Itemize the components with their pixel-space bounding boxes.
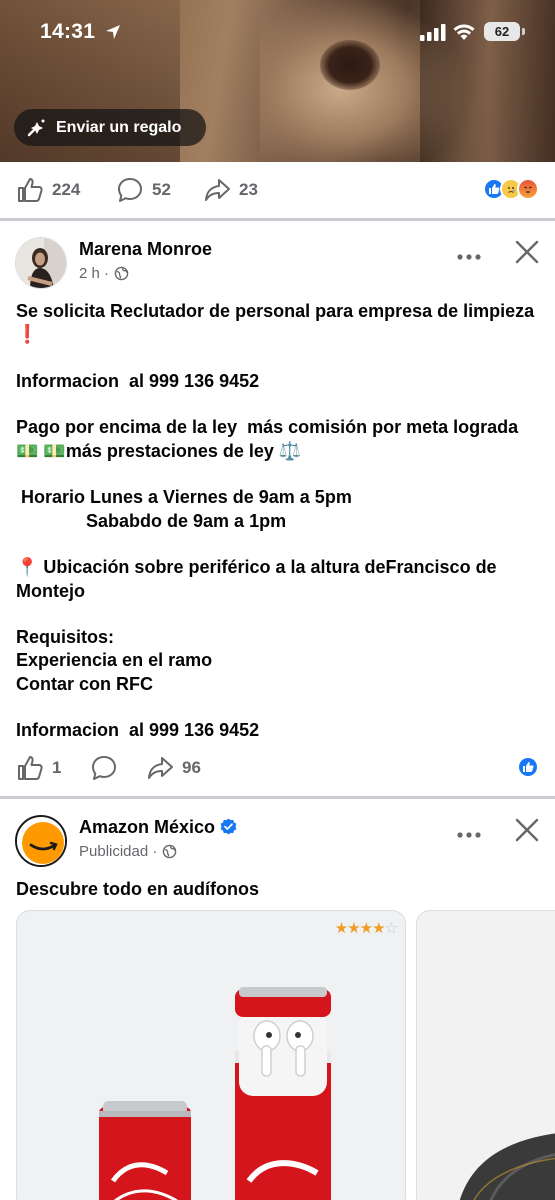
post-share-count: 96 — [182, 758, 201, 777]
cellular-signal-icon — [420, 24, 446, 41]
location-arrow-icon — [106, 25, 120, 39]
like-reaction-icon — [517, 756, 539, 778]
battery-level: 62 — [494, 24, 510, 39]
product-image — [99, 987, 331, 1200]
battery-indicator: 62 — [484, 22, 520, 41]
sponsored-label[interactable]: Publicidad · — [79, 843, 157, 860]
advertiser-name[interactable]: Amazon México — [79, 817, 215, 837]
product-card[interactable] — [416, 910, 555, 1200]
post-comment-button[interactable] — [90, 754, 126, 782]
post-header: Marena Monroe 2 h · — [0, 237, 555, 297]
product-card[interactable]: ★★★★☆ — [16, 910, 406, 1200]
post-text: Se solicita Reclutador de personal para … — [16, 301, 535, 741]
feed-divider — [0, 218, 555, 221]
comment-bubble-icon — [118, 178, 142, 202]
gift-sparkle-icon — [27, 119, 45, 136]
ad-headline: Descubre todo en audífonos — [16, 879, 260, 899]
comment-button[interactable]: 52 — [116, 176, 171, 204]
send-gift-label: Enviar un regalo — [56, 118, 182, 136]
close-icon[interactable] — [512, 237, 542, 267]
share-count: 23 — [239, 180, 258, 199]
post-time[interactable]: 2 h · — [79, 265, 109, 282]
like-button[interactable]: 224 — [16, 176, 80, 204]
more-options-icon[interactable] — [454, 247, 484, 267]
share-arrow-icon — [205, 179, 230, 201]
battery-cap — [522, 28, 525, 35]
feed-divider — [0, 796, 555, 799]
verified-badge-icon — [220, 818, 237, 835]
advertiser-name-row[interactable]: Amazon México — [79, 817, 237, 838]
product-image — [459, 1133, 555, 1200]
wifi-icon — [453, 24, 475, 40]
post-reactions-summary[interactable] — [517, 756, 539, 778]
post-actions: 1 96 — [0, 740, 555, 796]
post-author-name[interactable]: Marena Monroe — [79, 239, 212, 260]
post-like-button[interactable]: 1 — [16, 754, 61, 782]
share-arrow-icon — [148, 757, 173, 779]
like-count: 224 — [52, 180, 81, 199]
post-meta: 2 h · — [79, 265, 129, 282]
close-icon[interactable] — [512, 815, 542, 845]
angry-reaction-icon — [517, 178, 539, 200]
globe-icon — [163, 844, 177, 859]
post-like-count: 1 — [52, 758, 62, 777]
status-time: 14:31 — [40, 20, 96, 43]
thumbs-up-icon — [18, 178, 43, 202]
send-gift-button[interactable]: Enviar un regalo — [14, 109, 206, 146]
comment-bubble-icon — [92, 756, 116, 780]
post-share-button[interactable]: 96 — [146, 754, 201, 782]
more-options-icon[interactable] — [454, 825, 484, 845]
advertiser-avatar[interactable] — [15, 815, 67, 867]
thumbs-up-icon — [18, 756, 43, 780]
author-avatar[interactable] — [15, 237, 67, 289]
share-button[interactable]: 23 — [203, 176, 258, 204]
ad-header: Amazon México Publicidad · — [0, 815, 555, 875]
status-bar: 14:31 62 — [0, 0, 555, 60]
video-post-actions: 224 52 23 — [0, 162, 555, 218]
comment-count: 52 — [152, 180, 171, 199]
reactions-summary[interactable] — [483, 178, 539, 200]
globe-icon — [114, 266, 129, 281]
ad-meta: Publicidad · — [79, 843, 177, 860]
